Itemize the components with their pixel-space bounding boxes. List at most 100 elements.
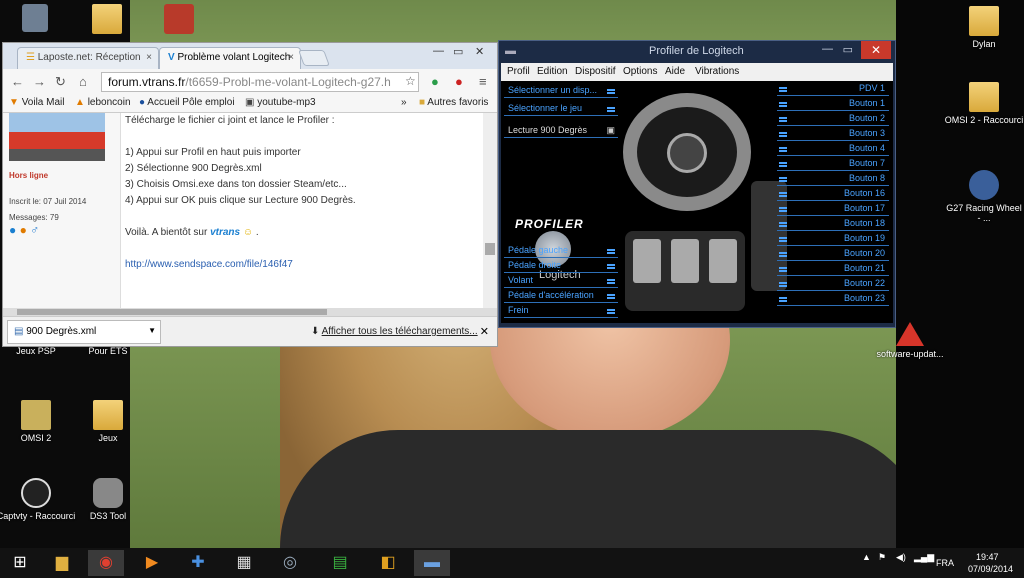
bookmark-pole-emploi[interactable]: ● Accueil Pôle emploi bbox=[139, 97, 235, 108]
psp-icon[interactable]: ✚ bbox=[180, 550, 216, 576]
steam-icon[interactable]: ◎ bbox=[272, 550, 308, 576]
bookmark-voila-mail[interactable]: ▼ Voila Mail bbox=[9, 97, 65, 108]
signal-icon[interactable]: ▂▄▆ bbox=[914, 552, 934, 563]
show-all-downloads[interactable]: ⬇ Afficher tous les téléchargements... bbox=[311, 326, 478, 337]
list-icon bbox=[779, 207, 787, 209]
menu-options[interactable]: Options bbox=[623, 66, 657, 77]
clock-time[interactable]: 19:47 bbox=[976, 552, 999, 562]
forward-icon[interactable]: → bbox=[33, 74, 46, 89]
button-bouton-21[interactable]: Bouton 21 bbox=[777, 263, 889, 276]
bookmark-youtube-mp3[interactable]: ▣ youtube-mp3 bbox=[245, 97, 316, 108]
button-bouton-4[interactable]: Bouton 4 bbox=[777, 143, 889, 156]
axis-pedale-droite[interactable]: Pédale droite bbox=[504, 260, 618, 273]
profiler-taskbar-icon[interactable]: ▬ bbox=[414, 550, 450, 576]
bookmark-star-icon[interactable]: ☆ bbox=[405, 74, 416, 88]
extension-icon[interactable]: ● bbox=[455, 74, 463, 89]
button-bouton-8[interactable]: Bouton 8 bbox=[777, 173, 889, 186]
axis-acceleration[interactable]: Pédale d'accélération bbox=[504, 290, 618, 303]
desktop-icon-omsi-shortcut[interactable]: OMSI 2 - Raccourci bbox=[944, 82, 1024, 125]
button-bouton-19[interactable]: Bouton 19 bbox=[777, 233, 889, 246]
desktop-icon-jeux[interactable]: Jeux bbox=[68, 400, 148, 443]
desktop-icon-dylan[interactable]: Dylan bbox=[944, 6, 1024, 49]
new-tab-button[interactable] bbox=[298, 50, 330, 66]
select-game-button[interactable]: Sélectionner le jeu bbox=[504, 103, 618, 116]
button-pdv-1[interactable]: PDV 1 bbox=[777, 83, 889, 96]
address-bar[interactable]: forum.vtrans.fr/t6659-Probl-me-volant-Lo… bbox=[101, 72, 419, 92]
media-player-icon[interactable]: ▶ bbox=[134, 550, 170, 576]
button-bouton-1[interactable]: Bouton 1 bbox=[777, 98, 889, 111]
button-bouton-18[interactable]: Bouton 18 bbox=[777, 218, 889, 231]
axis-pedale-gauche[interactable]: Pédale gauche bbox=[504, 245, 618, 258]
back-icon[interactable]: ← bbox=[11, 74, 24, 89]
close-tab-icon[interactable]: × bbox=[146, 52, 152, 63]
list-icon bbox=[779, 192, 787, 194]
browser-icon[interactable]: ● bbox=[20, 223, 27, 237]
user-sidebar: Hors ligne Inscrit le: 07 Juil 2014 Mess… bbox=[3, 113, 121, 308]
maximize-icon[interactable]: ▭ bbox=[843, 43, 853, 56]
play-profile-button[interactable]: Lecture 900 Degrès ▣ bbox=[504, 125, 618, 138]
tab-vtrans[interactable]: V Problème volant Logitech × bbox=[159, 47, 301, 69]
close-tab-icon[interactable]: × bbox=[288, 52, 294, 63]
profile-icons: ● ● ♂ bbox=[9, 223, 39, 237]
horizontal-scrollbar[interactable] bbox=[3, 308, 497, 316]
recycle-bin-icon[interactable] bbox=[0, 4, 70, 35]
download-item[interactable]: ▤ 900 Degrès.xml ▼ bbox=[7, 320, 161, 344]
language-indicator[interactable]: FRA bbox=[936, 558, 954, 568]
axis-frein[interactable]: Frein bbox=[504, 305, 618, 318]
minimize-icon[interactable]: — bbox=[433, 45, 444, 57]
file-explorer-icon[interactable]: ▆ bbox=[44, 550, 80, 576]
maximize-icon[interactable]: ▭ bbox=[453, 45, 463, 58]
menu-icon[interactable]: ≡ bbox=[479, 74, 487, 89]
desktop-icon-captvty[interactable]: Captvty - Raccourci bbox=[0, 478, 76, 521]
chevron-down-icon[interactable]: ▼ bbox=[148, 326, 156, 335]
button-bouton-17[interactable]: Bouton 17 bbox=[777, 203, 889, 216]
desktop-icon-pour-ets[interactable]: Pour ETS bbox=[68, 346, 148, 356]
clock-date[interactable]: 07/09/2014 bbox=[968, 564, 1013, 574]
close-icon[interactable]: ✕ bbox=[475, 45, 484, 58]
vertical-scrollbar[interactable] bbox=[483, 113, 497, 308]
network-flag-icon[interactable]: ⚑ bbox=[878, 552, 886, 563]
start-button[interactable]: ⊞ bbox=[2, 550, 38, 576]
button-bouton-3[interactable]: Bouton 3 bbox=[777, 128, 889, 141]
desktop-icon-omsi2[interactable]: OMSI 2 bbox=[0, 400, 76, 443]
reload-icon[interactable]: ↻ bbox=[55, 74, 66, 90]
button-bouton-20[interactable]: Bouton 20 bbox=[777, 248, 889, 261]
button-bouton-16[interactable]: Bouton 16 bbox=[777, 188, 889, 201]
bookmarks-overflow[interactable]: » bbox=[401, 97, 407, 108]
menu-profil[interactable]: Profil bbox=[507, 66, 530, 77]
select-device-button[interactable]: Sélectionner un disp... bbox=[504, 85, 618, 98]
bookmark-leboncoin[interactable]: ▲ leboncoin bbox=[75, 97, 131, 108]
tab-laposte[interactable]: ☰ Laposte.net: Réception × bbox=[17, 47, 159, 69]
button-bouton-22[interactable]: Bouton 22 bbox=[777, 278, 889, 291]
folder-icon bbox=[969, 6, 999, 36]
folder-icon[interactable] bbox=[72, 4, 142, 37]
menu-vibrations[interactable]: Vibrations bbox=[695, 66, 739, 77]
volume-icon[interactable]: ◀) bbox=[896, 552, 906, 563]
menu-edition[interactable]: Edition bbox=[537, 66, 568, 77]
button-bouton-2[interactable]: Bouton 2 bbox=[777, 113, 889, 126]
globe-icon[interactable]: ● bbox=[9, 223, 16, 237]
button-bouton-7[interactable]: Bouton 7 bbox=[777, 158, 889, 171]
close-icon[interactable]: ✕ bbox=[480, 325, 489, 338]
omsi-taskbar-icon[interactable]: ▦ bbox=[226, 550, 262, 576]
tray-overflow-icon[interactable]: ▲ bbox=[862, 552, 871, 562]
desktop-icon-g27[interactable]: G27 Racing Wheel - ... bbox=[944, 170, 1024, 223]
calculator-icon[interactable]: ▤ bbox=[322, 550, 358, 576]
download-link[interactable]: http://www.sendspace.com/file/146f47 bbox=[125, 257, 356, 273]
chrome-icon[interactable]: ◉ bbox=[88, 550, 124, 576]
desktop-icon-ds3-tool[interactable]: DS3 Tool bbox=[68, 478, 148, 521]
minimize-icon[interactable]: — bbox=[822, 43, 833, 55]
close-button[interactable]: ✕ bbox=[861, 41, 891, 59]
video-editor-icon[interactable]: ◧ bbox=[370, 550, 406, 576]
axis-volant[interactable]: Volant bbox=[504, 275, 618, 288]
desktop-icon-jeux-psp[interactable]: Jeux PSP bbox=[0, 346, 76, 356]
button-bouton-23[interactable]: Bouton 23 bbox=[777, 293, 889, 306]
game-shortcut-icon[interactable] bbox=[144, 4, 214, 37]
extension-icon[interactable]: ● bbox=[431, 74, 439, 89]
bookmark-icon: ▲ bbox=[75, 97, 85, 108]
bookmark-autres-favoris[interactable]: ■ Autres favoris bbox=[419, 97, 488, 108]
home-icon[interactable]: ⌂ bbox=[79, 74, 87, 89]
menu-dispositif[interactable]: Dispositif bbox=[575, 66, 616, 77]
page-content: Hors ligne Inscrit le: 07 Juil 2014 Mess… bbox=[3, 113, 497, 308]
menu-aide[interactable]: Aide bbox=[665, 66, 685, 77]
